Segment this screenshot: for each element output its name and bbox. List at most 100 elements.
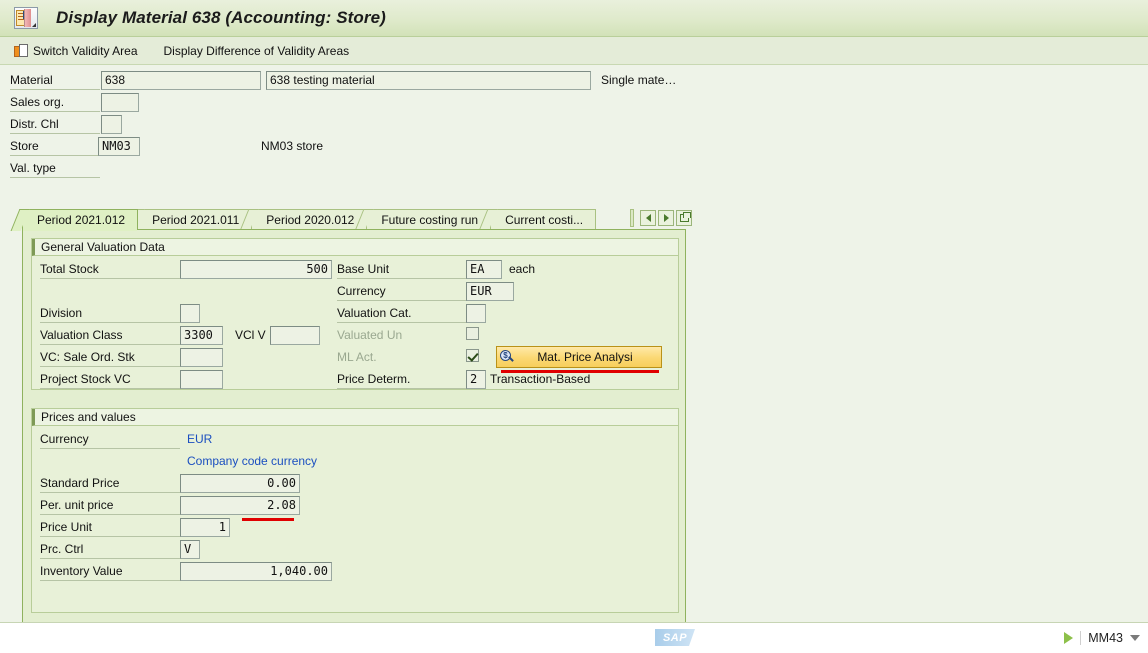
general-valuation-data-group: General Valuation Data Total Stock 500 B…	[31, 238, 679, 390]
vc-sale-ord-stk-input[interactable]	[180, 348, 223, 367]
prc-ctrl-input[interactable]: V	[180, 540, 200, 559]
application-toolbar: Switch Validity Area Display Difference …	[0, 37, 1148, 65]
tab-period-2021-011[interactable]: Period 2021.011	[125, 209, 253, 231]
per-unit-price-label: Per. unit price	[40, 497, 180, 515]
header-row-sales-org: Sales org.	[0, 92, 1148, 114]
vc-sale-ord-stk-label: VC: Sale Ord. Stk	[40, 349, 200, 367]
price-determ-label: Price Determ.	[337, 371, 467, 389]
header-row-valuation-type: Val. type	[0, 158, 1148, 180]
ml-act-label: ML Act.	[337, 350, 377, 364]
inventory-value-input[interactable]: 1,040.00	[180, 562, 332, 581]
tab-future-costing-run[interactable]: Future costing run	[354, 209, 492, 231]
prices-currency-value: EUR	[187, 432, 213, 446]
project-stock-vc-label: Project Stock VC	[40, 371, 200, 389]
period-tabstrip: Period 2021.012 Period 2021.011 Period 2…	[10, 208, 597, 231]
tab-label: Period 2020.012	[266, 213, 355, 227]
tab-period-2020-012[interactable]: Period 2020.012	[239, 209, 368, 231]
total-stock-input[interactable]: 500	[180, 260, 332, 279]
valuation-currency-label: Currency	[337, 283, 467, 301]
material-input[interactable]: 638	[101, 71, 261, 90]
header-row-material: Material 638 638 testing material Single…	[0, 70, 1148, 92]
tab-current-costing[interactable]: Current costi...	[478, 209, 597, 231]
project-stock-vc-input[interactable]	[180, 370, 223, 389]
val-type-label: Val. type	[10, 160, 100, 178]
price-analysis-magnifier-icon: $	[500, 349, 515, 365]
switch-validity-area-label: Switch Validity Area	[33, 43, 138, 58]
tab-label: Period 2021.012	[37, 213, 126, 227]
standard-price-label: Standard Price	[40, 475, 180, 493]
division-input[interactable]	[180, 304, 200, 323]
prc-ctrl-label: Prc. Ctrl	[40, 541, 180, 559]
tab-scroll-left-button[interactable]	[640, 210, 656, 226]
price-unit-input[interactable]: 1	[180, 518, 230, 537]
prices-and-values-group: Prices and values Currency EUR Company c…	[31, 408, 679, 613]
material-label: Material	[10, 72, 100, 90]
tab-period-2021-012[interactable]: Period 2021.012	[10, 209, 139, 231]
sap-logo: SAP	[655, 629, 695, 646]
valuation-currency-input[interactable]: EUR	[466, 282, 514, 301]
chevron-left-icon	[645, 214, 651, 222]
tab-scroll-right-button[interactable]	[658, 210, 674, 226]
total-stock-label: Total Stock	[40, 261, 200, 279]
per-unit-price-input[interactable]: 2.08	[180, 496, 300, 515]
tabstrip-divider	[630, 209, 634, 227]
valuation-cat-label: Valuation Cat.	[337, 305, 467, 323]
ml-act-checkbox[interactable]	[466, 349, 479, 362]
mat-price-analysis-button[interactable]: $ Mat. Price Analysi	[496, 346, 662, 368]
switch-validity-icon	[14, 43, 29, 58]
mat-price-analysis-label: Mat. Price Analysi	[537, 350, 633, 364]
store-description-text: NM03 store	[261, 139, 324, 153]
valuated-un-label: Valuated Un	[337, 328, 403, 342]
tab-label: Future costing run	[381, 213, 479, 227]
annotation-underline-per-unit-price	[242, 518, 294, 521]
standard-price-input[interactable]: 0.00	[180, 474, 300, 493]
transaction-code-text: MM43	[1088, 631, 1123, 645]
chevron-right-icon	[663, 214, 669, 222]
distr-chl-label: Distr. Chl	[10, 116, 100, 134]
display-difference-button[interactable]: Display Difference of Validity Areas	[160, 44, 354, 58]
tab-content-panel: General Valuation Data Total Stock 500 B…	[22, 229, 686, 624]
header-row-distribution-channel: Distr. Chl	[0, 114, 1148, 136]
valuation-cat-input[interactable]	[466, 304, 486, 323]
base-unit-text: each	[509, 262, 536, 276]
status-divider	[1080, 631, 1082, 645]
session-running-icon	[1064, 632, 1074, 644]
switch-validity-area-button[interactable]: Switch Validity Area	[8, 39, 144, 62]
price-determ-text: Transaction-Based	[490, 372, 591, 386]
tab-list-icon	[679, 212, 691, 222]
page-title: Display Material 638 (Accounting: Store)	[56, 8, 386, 27]
sap-gui-window: Display Material 638 (Accounting: Store)…	[0, 0, 1148, 653]
inventory-value-label: Inventory Value	[40, 563, 180, 581]
price-unit-label: Price Unit	[40, 519, 180, 537]
single-material-text: Single mate…	[601, 73, 677, 87]
base-unit-input[interactable]: EA	[466, 260, 502, 279]
status-bar-right: MM43	[1064, 623, 1140, 653]
company-code-currency-text: Company code currency	[187, 454, 318, 468]
base-unit-label: Base Unit	[337, 261, 467, 279]
price-determ-input[interactable]: 2	[466, 370, 486, 389]
valuation-class-input[interactable]: 3300	[180, 326, 223, 345]
store-label: Store	[10, 138, 100, 156]
tab-label: Current costi...	[505, 213, 584, 227]
vcl-v-input[interactable]	[270, 326, 320, 345]
material-description-input[interactable]: 638 testing material	[266, 71, 591, 90]
tab-list-button[interactable]	[676, 210, 692, 226]
status-bar: SAP MM43	[0, 622, 1148, 653]
distr-chl-input[interactable]	[101, 115, 122, 134]
sales-org-label: Sales org.	[10, 94, 100, 112]
material-header-form: Material 638 638 testing material Single…	[0, 70, 1148, 180]
prices-currency-label[interactable]: Currency	[40, 431, 180, 449]
tabstrip-navigation	[630, 209, 692, 227]
chevron-down-icon[interactable]	[1130, 635, 1140, 641]
valuated-un-checkbox[interactable]	[466, 327, 479, 340]
sales-org-input[interactable]	[101, 93, 139, 112]
division-label: Division	[40, 305, 200, 323]
sap-material-icon[interactable]	[14, 7, 38, 29]
tab-label: Period 2021.011	[152, 213, 240, 227]
prices-and-values-title: Prices and values	[32, 409, 678, 426]
store-input[interactable]: NM03	[98, 137, 140, 156]
window-titlebar: Display Material 638 (Accounting: Store)	[0, 0, 1148, 37]
valuation-class-label: Valuation Class	[40, 327, 200, 345]
header-row-store: Store NM03 NM03 store	[0, 136, 1148, 158]
general-valuation-data-title: General Valuation Data	[32, 239, 678, 256]
